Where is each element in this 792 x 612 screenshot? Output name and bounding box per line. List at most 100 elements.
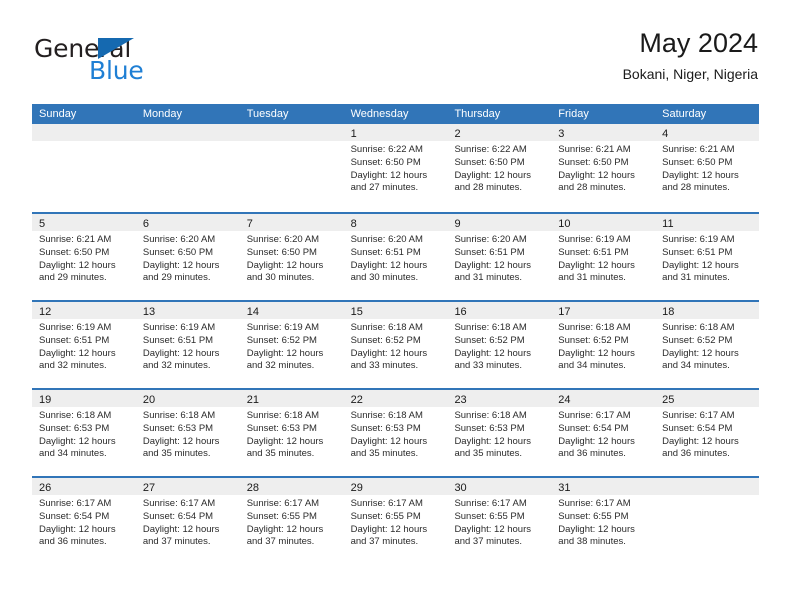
- daylight-text-line2: and 31 minutes.: [662, 272, 730, 284]
- day-cell[interactable]: 9 Sunrise: 6:20 AM Sunset: 6:51 PM Daylight…: [447, 214, 552, 300]
- day-number: 18: [662, 306, 675, 318]
- daylight-text-line1: Daylight: 12 hours: [350, 435, 428, 447]
- weekday-header-friday: Friday: [558, 108, 589, 120]
- sunset-text: Sunset: 6:51 PM: [454, 246, 525, 258]
- day-number: 1: [350, 128, 357, 140]
- sunset-text: Sunset: 6:50 PM: [454, 156, 525, 168]
- day-cell[interactable]: 24 Sunrise: 6:17 AM Sunset: 6:54 PM Dayligh…: [551, 390, 656, 476]
- day-details: Sunrise: 6:20 AM Sunset: 6:50 PM Daylight:…: [240, 231, 344, 285]
- day-cell[interactable]: 17 Sunrise: 6:18 AM Sunset: 6:52 PM Dayligh…: [551, 302, 656, 388]
- day-cell[interactable]: 4 Sunrise: 6:21 AM Sunset: 6:50 PM Daylight…: [655, 124, 760, 212]
- daylight-text-line1: Daylight: 12 hours: [662, 435, 739, 447]
- sunset-text: Sunset: 6:52 PM: [246, 334, 317, 346]
- day-cell[interactable]: 3 Sunrise: 6:21 AM Sunset: 6:50 PM Daylight…: [551, 124, 656, 212]
- day-number-band: 16: [447, 302, 552, 319]
- day-cell[interactable]: 11 Sunrise: 6:19 AM Sunset: 6:51 PM Dayligh…: [655, 214, 760, 300]
- day-details: Sunrise: 6:20 AM Sunset: 6:51 PM Daylight:…: [344, 231, 448, 285]
- daylight-text-line2: and 35 minutes.: [142, 448, 211, 460]
- day-cell[interactable]: 20 Sunrise: 6:18 AM Sunset: 6:53 PM Dayligh…: [135, 390, 240, 476]
- day-cell[interactable]: 10 Sunrise: 6:19 AM Sunset: 6:51 PM Dayligh…: [551, 214, 656, 300]
- day-cell[interactable]: 19 Sunrise: 6:18 AM Sunset: 6:53 PM Dayligh…: [32, 390, 136, 476]
- day-details: Sunrise: 6:17 AM Sunset: 6:55 PM Daylight:…: [240, 495, 344, 549]
- week-row: 5 Sunrise: 6:21 AM Sunset: 6:50 PM Daylight…: [32, 212, 760, 300]
- day-cell[interactable]: 21 Sunrise: 6:18 AM Sunset: 6:53 PM Dayligh…: [239, 390, 344, 476]
- day-cell[interactable]: 31 Sunrise: 6:17 AM Sunset: 6:55 PM Dayligh…: [551, 478, 656, 564]
- daylight-text-line1: Daylight: 12 hours: [454, 169, 532, 181]
- day-cell[interactable]: 15 Sunrise: 6:18 AM Sunset: 6:52 PM Dayligh…: [343, 302, 448, 388]
- calendar-weeks: 1 Sunrise: 6:22 AM Sunset: 6:50 PM Daylight…: [32, 124, 760, 564]
- day-cell[interactable]: 5 Sunrise: 6:21 AM Sunset: 6:50 PM Daylight…: [32, 214, 136, 300]
- day-cell[interactable]: 27 Sunrise: 6:17 AM Sunset: 6:54 PM Dayligh…: [135, 478, 240, 564]
- sunset-text: Sunset: 6:52 PM: [558, 334, 629, 346]
- day-details: Sunrise: 6:18 AM Sunset: 6:53 PM Daylight:…: [136, 407, 240, 461]
- day-cell[interactable]: 25 Sunrise: 6:17 AM Sunset: 6:54 PM Dayligh…: [655, 390, 760, 476]
- page-header: General Blue May 2024 Bokani, Niger, Nig…: [34, 26, 758, 96]
- day-cell[interactable]: 16 Sunrise: 6:18 AM Sunset: 6:52 PM Dayligh…: [447, 302, 552, 388]
- weekday-header-monday: Monday: [142, 108, 182, 120]
- day-details: Sunrise: 6:18 AM Sunset: 6:53 PM Daylight:…: [447, 407, 551, 461]
- day-cell[interactable]: 29 Sunrise: 6:17 AM Sunset: 6:55 PM Dayligh…: [343, 478, 448, 564]
- daylight-text-line2: and 31 minutes.: [558, 272, 626, 284]
- week-row: 12 Sunrise: 6:19 AM Sunset: 6:51 PM Dayligh…: [32, 300, 760, 388]
- day-details: Sunrise: 6:20 AM Sunset: 6:51 PM Daylight:…: [447, 231, 551, 285]
- day-cell[interactable]: 8 Sunrise: 6:20 AM Sunset: 6:51 PM Daylight…: [343, 214, 448, 300]
- sunset-text: Sunset: 6:50 PM: [350, 156, 421, 168]
- sunrise-text: Sunrise: 6:22 AM: [350, 144, 423, 155]
- daylight-text-line1: Daylight: 12 hours: [662, 259, 739, 271]
- daylight-text-line1: Daylight: 12 hours: [558, 347, 635, 359]
- day-cell[interactable]: 7 Sunrise: 6:20 AM Sunset: 6:50 PM Daylight…: [239, 214, 344, 300]
- day-details: Sunrise: 6:17 AM Sunset: 6:55 PM Daylight:…: [447, 495, 551, 549]
- general-blue-logo[interactable]: General Blue: [34, 34, 224, 90]
- sunrise-text: Sunrise: 6:18 AM: [558, 322, 631, 333]
- day-number-band: 25: [655, 390, 760, 407]
- sunset-text: Sunset: 6:53 PM: [142, 422, 214, 434]
- day-cell-empty: [239, 124, 344, 212]
- day-cell[interactable]: 2 Sunrise: 6:22 AM Sunset: 6:50 PM Daylight…: [447, 124, 552, 212]
- sunset-text: Sunset: 6:54 PM: [142, 510, 214, 522]
- day-cell[interactable]: 13 Sunrise: 6:19 AM Sunset: 6:51 PM Dayligh…: [135, 302, 240, 388]
- day-cell[interactable]: 28 Sunrise: 6:17 AM Sunset: 6:55 PM Dayligh…: [239, 478, 344, 564]
- daylight-text-line2: and 35 minutes.: [350, 448, 419, 460]
- daylight-text-line1: Daylight: 12 hours: [558, 169, 635, 181]
- day-number-band: 2: [447, 124, 552, 141]
- day-number-band: 8: [343, 214, 448, 231]
- day-cell[interactable]: 1 Sunrise: 6:22 AM Sunset: 6:50 PM Daylight…: [343, 124, 448, 212]
- daylight-text-line2: and 36 minutes.: [662, 448, 730, 460]
- daylight-text-line1: Daylight: 12 hours: [454, 523, 532, 535]
- day-cell[interactable]: 18 Sunrise: 6:18 AM Sunset: 6:52 PM Dayligh…: [655, 302, 760, 388]
- day-cell[interactable]: 30 Sunrise: 6:17 AM Sunset: 6:55 PM Dayligh…: [447, 478, 552, 564]
- day-number: 9: [454, 218, 461, 230]
- sunset-text: Sunset: 6:54 PM: [558, 422, 629, 434]
- day-details: Sunrise: 6:22 AM Sunset: 6:50 PM Daylight:…: [344, 141, 448, 195]
- day-details: Sunrise: 6:17 AM Sunset: 6:55 PM Daylight:…: [551, 495, 655, 549]
- daylight-text-line2: and 36 minutes.: [558, 448, 626, 460]
- day-details: Sunrise: 6:19 AM Sunset: 6:52 PM Daylight:…: [240, 319, 344, 373]
- day-cell[interactable]: 26 Sunrise: 6:17 AM Sunset: 6:54 PM Dayligh…: [32, 478, 136, 564]
- sunset-text: Sunset: 6:50 PM: [142, 246, 214, 258]
- day-number-band: 14: [239, 302, 344, 319]
- daylight-text-line2: and 27 minutes.: [350, 182, 419, 194]
- day-cell-empty: [655, 478, 760, 564]
- day-number-band: 9: [447, 214, 552, 231]
- sunrise-text: Sunrise: 6:18 AM: [142, 410, 216, 421]
- day-cell[interactable]: 22 Sunrise: 6:18 AM Sunset: 6:53 PM Dayligh…: [343, 390, 448, 476]
- daylight-text-line1: Daylight: 12 hours: [39, 523, 116, 535]
- day-cell[interactable]: 12 Sunrise: 6:19 AM Sunset: 6:51 PM Dayligh…: [32, 302, 136, 388]
- day-details: Sunrise: 6:18 AM Sunset: 6:52 PM Daylight:…: [447, 319, 551, 373]
- day-details: Sunrise: 6:18 AM Sunset: 6:52 PM Daylight:…: [655, 319, 759, 373]
- day-details: Sunrise: 6:18 AM Sunset: 6:52 PM Daylight:…: [344, 319, 448, 373]
- sunset-text: Sunset: 6:55 PM: [558, 510, 629, 522]
- sunrise-text: Sunrise: 6:18 AM: [350, 410, 423, 421]
- day-number-band: 15: [343, 302, 448, 319]
- sunset-text: Sunset: 6:52 PM: [350, 334, 421, 346]
- day-cell[interactable]: 14 Sunrise: 6:19 AM Sunset: 6:52 PM Dayligh…: [239, 302, 344, 388]
- daylight-text-line1: Daylight: 12 hours: [558, 523, 635, 535]
- day-number-band: 31: [551, 478, 656, 495]
- sunrise-text: Sunrise: 6:22 AM: [454, 144, 527, 155]
- sunrise-text: Sunrise: 6:17 AM: [246, 498, 320, 509]
- day-cell[interactable]: 23 Sunrise: 6:18 AM Sunset: 6:53 PM Dayligh…: [447, 390, 552, 476]
- day-number-band: 24: [551, 390, 656, 407]
- day-number: 14: [246, 306, 259, 318]
- day-cell[interactable]: 6 Sunrise: 6:20 AM Sunset: 6:50 PM Daylight…: [135, 214, 240, 300]
- daylight-text-line1: Daylight: 12 hours: [350, 523, 428, 535]
